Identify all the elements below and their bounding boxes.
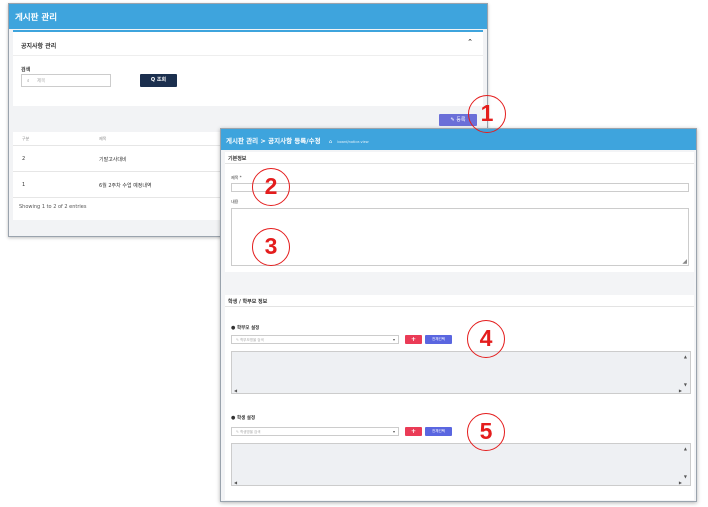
search-icon: ⌕ — [27, 79, 30, 84]
section-title: 기본정보 — [225, 152, 694, 164]
scroll-left-icon[interactable]: ◀ — [234, 388, 237, 393]
student-setting-label: ● 학생 설정 — [231, 415, 255, 421]
scroll-up-icon[interactable]: ▲ — [684, 446, 687, 451]
scroll-right-icon[interactable]: ▶ — [679, 480, 682, 485]
person-icon: ● — [231, 325, 236, 331]
parent-list-box[interactable]: ▲ ▼ ◀ ▶ — [231, 351, 691, 394]
callout-1: 1 — [468, 95, 506, 133]
search-input[interactable]: ⌕ 제목 — [21, 74, 111, 87]
add-student-button[interactable]: + — [405, 427, 422, 436]
add-parent-button[interactable]: + — [405, 335, 422, 344]
breadcrumb: board/notice.view — [337, 140, 369, 144]
parent-label-text: 학부모 설정 — [236, 326, 260, 331]
column-header-title: 제목 — [99, 136, 107, 141]
parent-setting-label: ● 학부모 설정 — [231, 325, 259, 331]
chevron-up-icon[interactable]: ⌃ — [467, 38, 473, 46]
student-label-text: 학생 설정 — [236, 416, 256, 421]
callout-3: 3 — [252, 228, 290, 266]
callout-5: 5 — [467, 413, 505, 451]
row-number: 1 — [22, 182, 26, 188]
content-textarea[interactable]: ◢ — [231, 208, 689, 266]
search-panel: 공지사항 관리 ⌃ 검색 ⌕ 제목 Q 조회 — [13, 30, 483, 106]
select-all-parents-button[interactable]: 전체선택 — [425, 335, 452, 344]
form-title: 게시판 관리 > 공지사항 등록/수정 — [226, 137, 321, 145]
row-title[interactable]: 기말고사대비 — [99, 156, 127, 163]
person-icon: ● — [231, 415, 236, 421]
parent-search-select[interactable]: ✎ 학부모명을 검색 ▾ — [231, 335, 399, 344]
title-input[interactable] — [231, 183, 689, 192]
parent-placeholder: 학부모명을 검색 — [240, 338, 264, 342]
select-all-students-button[interactable]: 전체선택 — [425, 427, 452, 436]
register-button-label: 등록 — [456, 117, 466, 123]
row-title[interactable]: 6월 2주차 수업 예정내역 — [99, 182, 152, 189]
panel-header[interactable]: 공지사항 관리 ⌃ — [13, 32, 483, 56]
student-list-box[interactable]: ▲ ▼ ◀ ▶ — [231, 443, 691, 486]
student-search-select[interactable]: ✎ 학생명을 검색 ▾ — [231, 427, 399, 436]
content-label: 내용 — [231, 199, 239, 204]
page-title: 게시판 관리 — [9, 4, 487, 29]
edit-icon: ✎ — [450, 117, 455, 123]
home-icon[interactable]: ⌂ — [329, 139, 332, 145]
callout-2: 2 — [252, 168, 290, 206]
search-placeholder: 제목 — [36, 79, 46, 84]
scroll-down-icon[interactable]: ▼ — [684, 382, 687, 387]
scroll-down-icon[interactable]: ▼ — [684, 474, 687, 479]
pencil-icon: ✎ — [236, 430, 239, 434]
resize-grip-icon[interactable]: ◢ — [682, 258, 687, 265]
scroll-right-icon[interactable]: ▶ — [679, 388, 682, 393]
chevron-down-icon: ▾ — [392, 337, 395, 342]
student-placeholder: 학생명을 검색 — [240, 430, 261, 434]
row-number: 2 — [22, 156, 26, 162]
title-label: 제목 * — [231, 175, 242, 180]
search-label: 검색 — [21, 67, 31, 73]
search-button[interactable]: Q 조회 — [140, 74, 177, 87]
callout-4: 4 — [467, 320, 505, 358]
section-title: 학생 / 학부모 정보 — [225, 295, 694, 307]
scroll-left-icon[interactable]: ◀ — [234, 480, 237, 485]
scroll-up-icon[interactable]: ▲ — [684, 354, 687, 359]
column-header-type: 구분 — [22, 136, 30, 141]
form-header: 게시판 관리 > 공지사항 등록/수정 ⌂ board/notice.view — [221, 129, 696, 150]
notice-form-window: 게시판 관리 > 공지사항 등록/수정 ⌂ board/notice.view … — [220, 128, 697, 502]
panel-title: 공지사항 관리 — [21, 43, 57, 50]
chevron-down-icon: ▾ — [392, 429, 395, 434]
pencil-icon: ✎ — [236, 338, 239, 342]
